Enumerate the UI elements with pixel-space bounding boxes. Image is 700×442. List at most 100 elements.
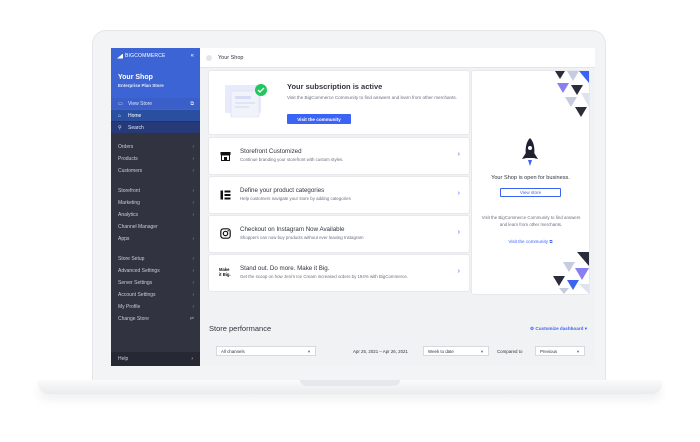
card-description: Continue branding your storefront with c…	[240, 157, 344, 162]
chevron-down-icon: ▼	[307, 348, 311, 354]
chevron-right-icon: ›	[192, 168, 194, 174]
sidebar-item-label: Apps	[118, 236, 130, 242]
sidebar-item-orders[interactable]: Orders ›	[111, 141, 200, 153]
compared-to-label: Compared to	[497, 349, 523, 354]
card-storefront-customized[interactable]: Storefront Customized Continue branding …	[209, 138, 469, 174]
store-performance: Store performance ⚙ Customize dashboard …	[200, 298, 595, 366]
make-it-big-icon: Make it Big.	[219, 267, 231, 277]
store-plan: Enterprise Plan Store	[118, 83, 164, 88]
sidebar-item-label: Orders	[118, 144, 134, 150]
sidebar-item-label: Customers	[118, 168, 143, 174]
store-open-message: Your Shop is open for business.	[491, 175, 570, 181]
sidebar-item-search[interactable]: ⚲ Search	[111, 122, 200, 133]
chevron-right-icon: ›	[192, 156, 194, 162]
screen: BIGCOMMERCE « Your Shop Enterprise Plan …	[111, 48, 595, 366]
card-description: Get the scoop on how Jeni's Ice Cream in…	[240, 274, 409, 279]
chevron-right-icon: ›	[192, 268, 194, 274]
sidebar-item-label: Products	[118, 156, 138, 162]
laptop-notch	[300, 380, 400, 386]
sidebar-item-storefront[interactable]: Storefront ›	[111, 185, 200, 197]
channel-select-value: All channels	[221, 348, 245, 354]
channel-select[interactable]: All channels ▼	[216, 346, 316, 356]
sidebar: BIGCOMMERCE « Your Shop Enterprise Plan …	[111, 48, 200, 366]
page-icon	[206, 54, 212, 61]
sidebar-item-label: My Profile	[118, 304, 141, 310]
store-name: Your Shop	[118, 74, 153, 81]
chevron-right-icon: ›	[457, 190, 460, 197]
chevron-down-icon: ▾	[584, 326, 587, 331]
sidebar-item-label: Help	[118, 356, 129, 362]
card-instagram-checkout[interactable]: Checkout on Instagram Now Available Shop…	[209, 216, 469, 252]
chevron-right-icon: ›	[192, 144, 194, 150]
sidebar-item-label: Storefront	[118, 188, 140, 194]
decorative-pattern-bottom	[553, 252, 589, 294]
rocket-icon	[522, 138, 538, 166]
chevron-right-icon: ›	[191, 356, 193, 362]
view-store-button[interactable]: View store	[500, 188, 561, 197]
card-title: Checkout on Instagram Now Available	[240, 226, 345, 233]
sidebar-item-label: Change Store	[118, 316, 149, 322]
visit-community-button[interactable]: Visit the community	[287, 114, 351, 124]
sidebar-item-channel-manager[interactable]: Channel Manager	[111, 221, 200, 233]
store-open-card: Your Shop is open for business. View sto…	[472, 71, 589, 294]
search-icon: ⚲	[118, 124, 122, 131]
card-product-categories[interactable]: Define your product categories Help cust…	[209, 177, 469, 213]
sidebar-item-account-settings[interactable]: Account Settings ›	[111, 289, 200, 301]
compared-to-select-value: Previous	[540, 348, 558, 354]
subscription-title: Your subscription is active	[287, 82, 383, 91]
double-chevron-left-icon[interactable]: «	[191, 53, 194, 59]
logo-text: BIGCOMMERCE	[125, 53, 166, 59]
decorative-pattern-top	[555, 71, 589, 117]
compared-to-select[interactable]: Previous ▼	[535, 346, 585, 356]
community-description: Visit the BigCommerce Community to find …	[481, 215, 581, 227]
sidebar-item-home[interactable]: ⌂ Home	[111, 110, 200, 121]
chevron-right-icon: ›	[192, 256, 194, 262]
sidebar-item-label: Marketing	[118, 200, 140, 206]
sidebar-item-label: Server Settings	[118, 280, 153, 286]
date-range[interactable]: Apr 25, 2021 – Apr 26, 2021	[353, 349, 408, 354]
sidebar-item-analytics[interactable]: Analytics ›	[111, 209, 200, 221]
sidebar-item-store-setup[interactable]: Store Setup ›	[111, 253, 200, 265]
store-icon: ▭	[118, 100, 123, 107]
sidebar-item-advanced-settings[interactable]: Advanced Settings ›	[111, 265, 200, 277]
visit-community-link[interactable]: Visit the community ⧉	[472, 239, 589, 244]
chevron-right-icon: ›	[192, 212, 194, 218]
bigcommerce-logo-icon	[117, 53, 123, 59]
customize-dashboard-label: Customize dashboard	[535, 326, 584, 331]
period-select[interactable]: Week to date ▼	[423, 346, 489, 356]
page-title: Your Shop	[218, 54, 244, 61]
card-title: Storefront Customized	[240, 148, 302, 155]
category-icon	[219, 188, 232, 201]
chevron-down-icon: ▼	[576, 348, 580, 354]
sidebar-item-server-settings[interactable]: Server Settings ›	[111, 277, 200, 289]
sidebar-item-view-store[interactable]: ▭ View Store ⧉	[111, 98, 200, 109]
card-make-it-big[interactable]: Make it Big. Stand out. Do more. Make it…	[209, 255, 469, 291]
home-icon: ⌂	[118, 112, 122, 119]
sidebar-item-marketing[interactable]: Marketing ›	[111, 197, 200, 209]
sidebar-item-help[interactable]: Help ›	[111, 352, 200, 366]
sidebar-item-label: Analytics	[118, 212, 139, 218]
sidebar-item-label: Store Setup	[118, 256, 145, 262]
sidebar-item-my-profile[interactable]: My Profile ›	[111, 301, 200, 313]
sidebar-item-products[interactable]: Products ›	[111, 153, 200, 165]
swap-icon: ⇄	[189, 316, 194, 322]
sidebar-item-label: Channel Manager	[118, 224, 158, 230]
chevron-right-icon: ›	[192, 188, 194, 194]
chevron-right-icon: ›	[192, 292, 194, 298]
sidebar-item-customers[interactable]: Customers ›	[111, 165, 200, 177]
chevron-right-icon: ›	[192, 280, 194, 286]
instagram-icon	[219, 227, 232, 240]
chevron-right-icon: ›	[457, 151, 460, 158]
sidebar-item-change-store[interactable]: Change Store ⇄	[111, 313, 200, 325]
storefront-icon	[219, 149, 232, 162]
card-description: Shoppers can now buy products without ev…	[240, 235, 364, 240]
chevron-right-icon: ›	[192, 304, 194, 310]
chevron-right-icon: ›	[457, 268, 460, 275]
customize-dashboard-link[interactable]: ⚙ Customize dashboard ▾	[530, 326, 587, 332]
sidebar-item-label: View Store	[128, 100, 153, 107]
section-title: Store performance	[209, 324, 272, 333]
sidebar-item-apps[interactable]: Apps ›	[111, 233, 200, 245]
sidebar-item-label: Home	[128, 112, 142, 119]
visit-community-link-label: Visit the community	[508, 239, 549, 244]
logo[interactable]: BIGCOMMERCE	[117, 53, 166, 59]
